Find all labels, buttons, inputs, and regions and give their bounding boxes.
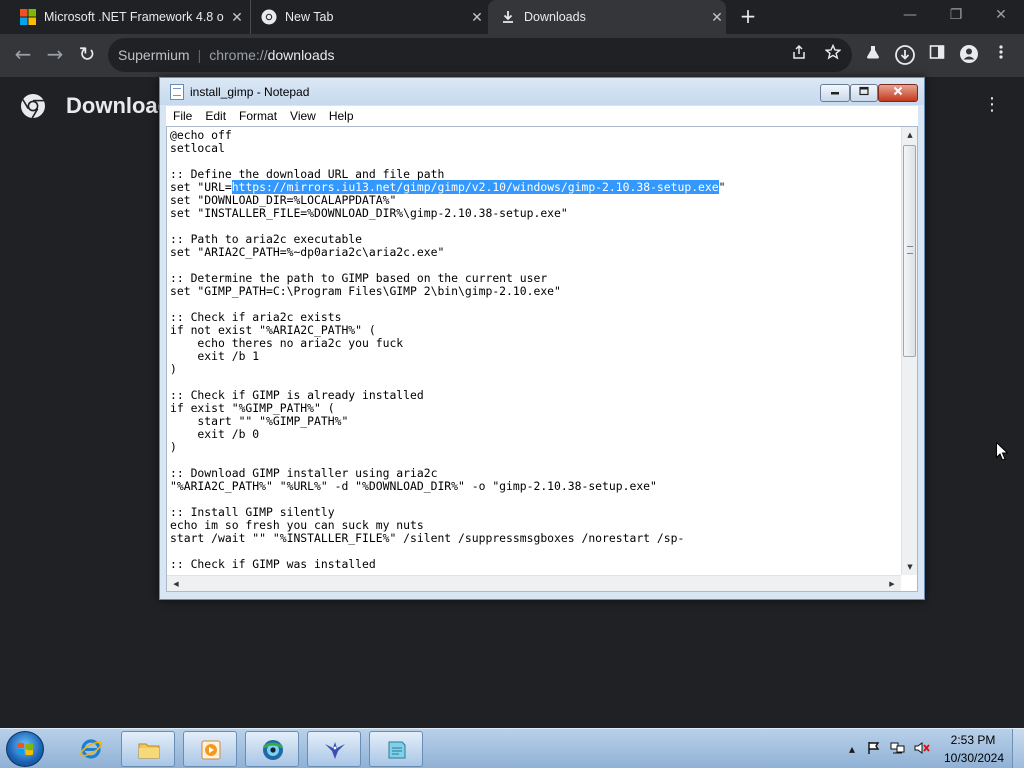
start-button[interactable] xyxy=(6,731,44,767)
browser-tab-strip: Microsoft .NET Framework 4.8 o ✕ New Tab… xyxy=(0,0,1024,34)
close-icon xyxy=(893,86,903,96)
chrome-icon xyxy=(261,9,277,25)
tab-dotnet-framework[interactable]: Microsoft .NET Framework 4.8 o ✕ xyxy=(10,0,246,34)
omnibox-separator: | xyxy=(197,47,202,63)
tab-close-icon[interactable]: ✕ xyxy=(468,8,486,26)
microsoft-icon xyxy=(20,9,36,25)
network-icon[interactable] xyxy=(890,741,906,757)
notepad-minimize-button[interactable] xyxy=(820,84,850,102)
restore-button[interactable]: ❐ xyxy=(938,4,974,26)
text-editor-area[interactable]: @echo off setlocal :: Define the download… xyxy=(166,126,918,592)
site-chip: Supermium xyxy=(118,47,190,63)
side-panel-icon[interactable] xyxy=(926,44,948,66)
menu-format[interactable]: Format xyxy=(232,109,283,123)
bird-icon xyxy=(325,742,345,759)
editor-line: set "INSTALLER_FILE=%DOWNLOAD_DIR%\gimp-… xyxy=(170,206,568,220)
tab-label: New Tab xyxy=(285,10,334,24)
bookmark-star-icon[interactable] xyxy=(822,43,844,66)
address-bar[interactable]: Supermium | chrome:// downloads xyxy=(108,38,852,72)
new-tab-button[interactable]: + xyxy=(736,6,760,28)
notepad-window: install_gimp - Notepad File Edit Format … xyxy=(159,77,925,600)
tab-new-tab[interactable]: New Tab ✕ xyxy=(250,0,486,34)
editor-line: start /wait "" "%INSTALLER_FILE%" /silen… xyxy=(170,531,685,545)
download-icon xyxy=(503,11,513,23)
windows-flag-icon xyxy=(17,742,33,756)
kebab-menu-icon[interactable] xyxy=(990,44,1012,66)
close-window-button[interactable]: ✕ xyxy=(983,4,1019,26)
horizontal-scrollbar[interactable]: ◀ ▶ xyxy=(167,575,901,591)
tab-downloads[interactable]: Downloads ✕ xyxy=(488,0,726,34)
selected-text: https://mirrors.iu13.net/gimp/gimp/v2.10… xyxy=(231,180,719,194)
tab-close-icon[interactable]: ✕ xyxy=(708,8,726,26)
menu-view[interactable]: View xyxy=(283,109,322,123)
notepad-titlebar[interactable]: install_gimp - Notepad xyxy=(160,78,924,105)
browser-toolbar: ← → ↻ Supermium | chrome:// downloads xyxy=(0,34,1024,77)
labs-flask-icon[interactable] xyxy=(862,44,884,66)
menu-file[interactable]: File xyxy=(166,109,198,123)
editor-line: echo theres no aria2c you fuck xyxy=(170,336,404,350)
vertical-scrollbar[interactable]: ▲ ▼ xyxy=(901,127,917,575)
scrollbar-thumb[interactable] xyxy=(903,145,916,357)
editor-content[interactable]: @echo off setlocal :: Define the download… xyxy=(170,129,900,573)
editor-line: ) xyxy=(170,362,177,376)
downloads-icon[interactable] xyxy=(894,44,916,66)
taskbar-file-explorer[interactable] xyxy=(121,731,175,767)
clock-date[interactable]: 10/30/2024 xyxy=(938,751,1010,765)
taskbar-notepad[interactable] xyxy=(369,731,423,767)
downloads-menu-button[interactable]: ⋮ xyxy=(982,93,1002,117)
windows-taskbar: ▴ 2:53 PM 10/30/2024 xyxy=(0,728,1024,768)
editor-line: ) xyxy=(170,440,177,454)
notepad-icon xyxy=(388,741,406,759)
show-desktop-button[interactable] xyxy=(1012,729,1024,768)
taskbar-supermium[interactable] xyxy=(245,731,299,767)
share-icon[interactable] xyxy=(788,44,810,66)
system-tray: ▴ 2:53 PM 10/30/2024 xyxy=(840,729,1024,768)
profile-icon[interactable] xyxy=(958,44,980,66)
volume-muted-icon[interactable] xyxy=(914,741,930,757)
media-player-icon xyxy=(201,740,221,760)
scroll-right-icon[interactable]: ▶ xyxy=(885,576,899,592)
internet-explorer-icon xyxy=(80,739,102,759)
url-path: downloads xyxy=(267,47,335,63)
url-scheme: chrome:// xyxy=(209,47,268,63)
notepad-menubar: File Edit Format View Help xyxy=(166,106,918,126)
editor-line: start "" "%GIMP_PATH%" xyxy=(170,414,349,428)
maximize-icon xyxy=(859,86,869,96)
chrome-logo-icon xyxy=(21,94,45,119)
scroll-left-icon[interactable]: ◀ xyxy=(169,576,183,592)
editor-line: set "ARIA2C_PATH=%~dp0aria2c\aria2c.exe" xyxy=(170,245,445,259)
taskbar-media-player[interactable] xyxy=(183,731,237,767)
editor-line: setlocal xyxy=(170,141,225,155)
scroll-up-icon[interactable]: ▲ xyxy=(903,127,917,143)
minimize-icon xyxy=(831,92,839,95)
editor-line: set "GIMP_PATH=C:\Program Files\GIMP 2\b… xyxy=(170,284,561,298)
tab-label: Microsoft .NET Framework 4.8 o xyxy=(44,10,224,24)
notepad-close-button[interactable] xyxy=(878,84,918,102)
editor-line: :: Check if GIMP was installed xyxy=(170,557,376,571)
notepad-maximize-button[interactable] xyxy=(850,84,878,102)
tab-label: Downloads xyxy=(524,10,586,24)
action-center-flag-icon[interactable] xyxy=(866,741,882,757)
mouse-cursor-icon xyxy=(996,442,1008,461)
clock-time[interactable]: 2:53 PM xyxy=(946,733,1000,747)
minimize-button[interactable]: — xyxy=(892,4,928,26)
scroll-down-icon[interactable]: ▼ xyxy=(903,559,917,575)
menu-edit[interactable]: Edit xyxy=(198,109,232,123)
back-button[interactable]: ← xyxy=(10,42,36,68)
editor-line: "%ARIA2C_PATH%" "%URL%" -d "%DOWNLOAD_DI… xyxy=(170,479,657,493)
editor-line: exit /b 1 xyxy=(170,349,260,363)
globe-icon xyxy=(263,740,283,760)
taskbar-gimp[interactable] xyxy=(307,731,361,767)
folder-icon xyxy=(138,743,160,759)
tab-close-icon[interactable]: ✕ xyxy=(228,8,246,26)
editor-line: exit /b 0 xyxy=(170,427,260,441)
editor-line: @echo off xyxy=(170,129,232,142)
forward-button[interactable]: → xyxy=(42,42,68,68)
taskbar-internet-explorer[interactable] xyxy=(64,731,118,767)
menu-help[interactable]: Help xyxy=(322,109,360,123)
window-title: install_gimp - Notepad xyxy=(190,85,310,99)
reload-button[interactable]: ↻ xyxy=(74,42,100,68)
show-hidden-icons-button[interactable]: ▴ xyxy=(844,741,860,757)
notepad-icon xyxy=(170,84,184,100)
